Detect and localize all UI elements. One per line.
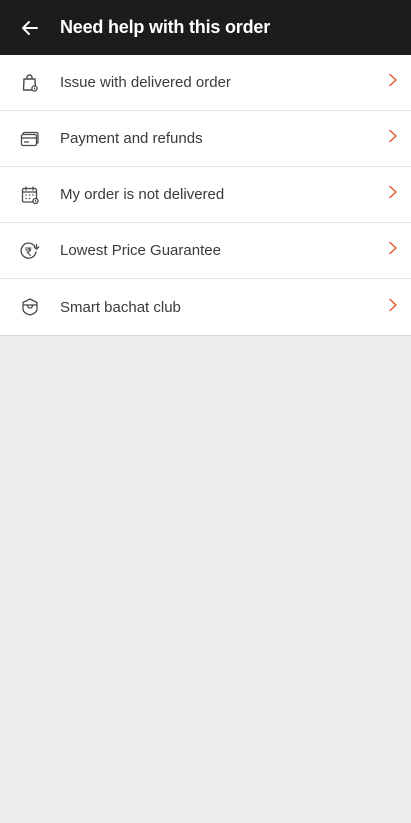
chevron-right-icon (388, 73, 398, 92)
help-topic-list: Issue with delivered order Payment and r… (0, 55, 411, 336)
back-button[interactable] (0, 0, 60, 55)
help-topic-label: Lowest Price Guarantee (60, 242, 221, 259)
card-icon (20, 130, 40, 148)
help-topic-label: Smart bachat club (60, 298, 181, 316)
help-topic-label: My order is not delivered (60, 186, 225, 203)
shield-bag-icon (20, 297, 40, 317)
chevron-right-icon (388, 129, 398, 148)
chevron-right-icon (388, 241, 398, 260)
help-screen: Need help with this order Issue with del… (0, 0, 411, 823)
help-topic-smart-bachat-club[interactable]: Smart bachat club (0, 279, 411, 335)
help-topic-lowest-price[interactable]: Lowest Price Guarantee (0, 223, 411, 279)
calendar-icon (20, 185, 40, 205)
rupee-refresh-icon (19, 241, 41, 261)
help-topic-label: Issue with delivered order (60, 74, 231, 91)
help-topic-payment-refunds[interactable]: Payment and refunds (0, 111, 411, 167)
page-title: Need help with this order (60, 17, 271, 37)
app-header: Need help with this order (0, 0, 411, 55)
help-topic-not-delivered[interactable]: My order is not delivered (0, 167, 411, 223)
shopping-bag-icon (20, 73, 40, 93)
chevron-right-icon (388, 298, 398, 317)
help-topic-delivered-issue[interactable]: Issue with delivered order (0, 55, 411, 111)
arrow-left-icon (21, 20, 39, 36)
help-topic-label: Payment and refunds (60, 130, 203, 147)
chevron-right-icon (388, 185, 398, 204)
